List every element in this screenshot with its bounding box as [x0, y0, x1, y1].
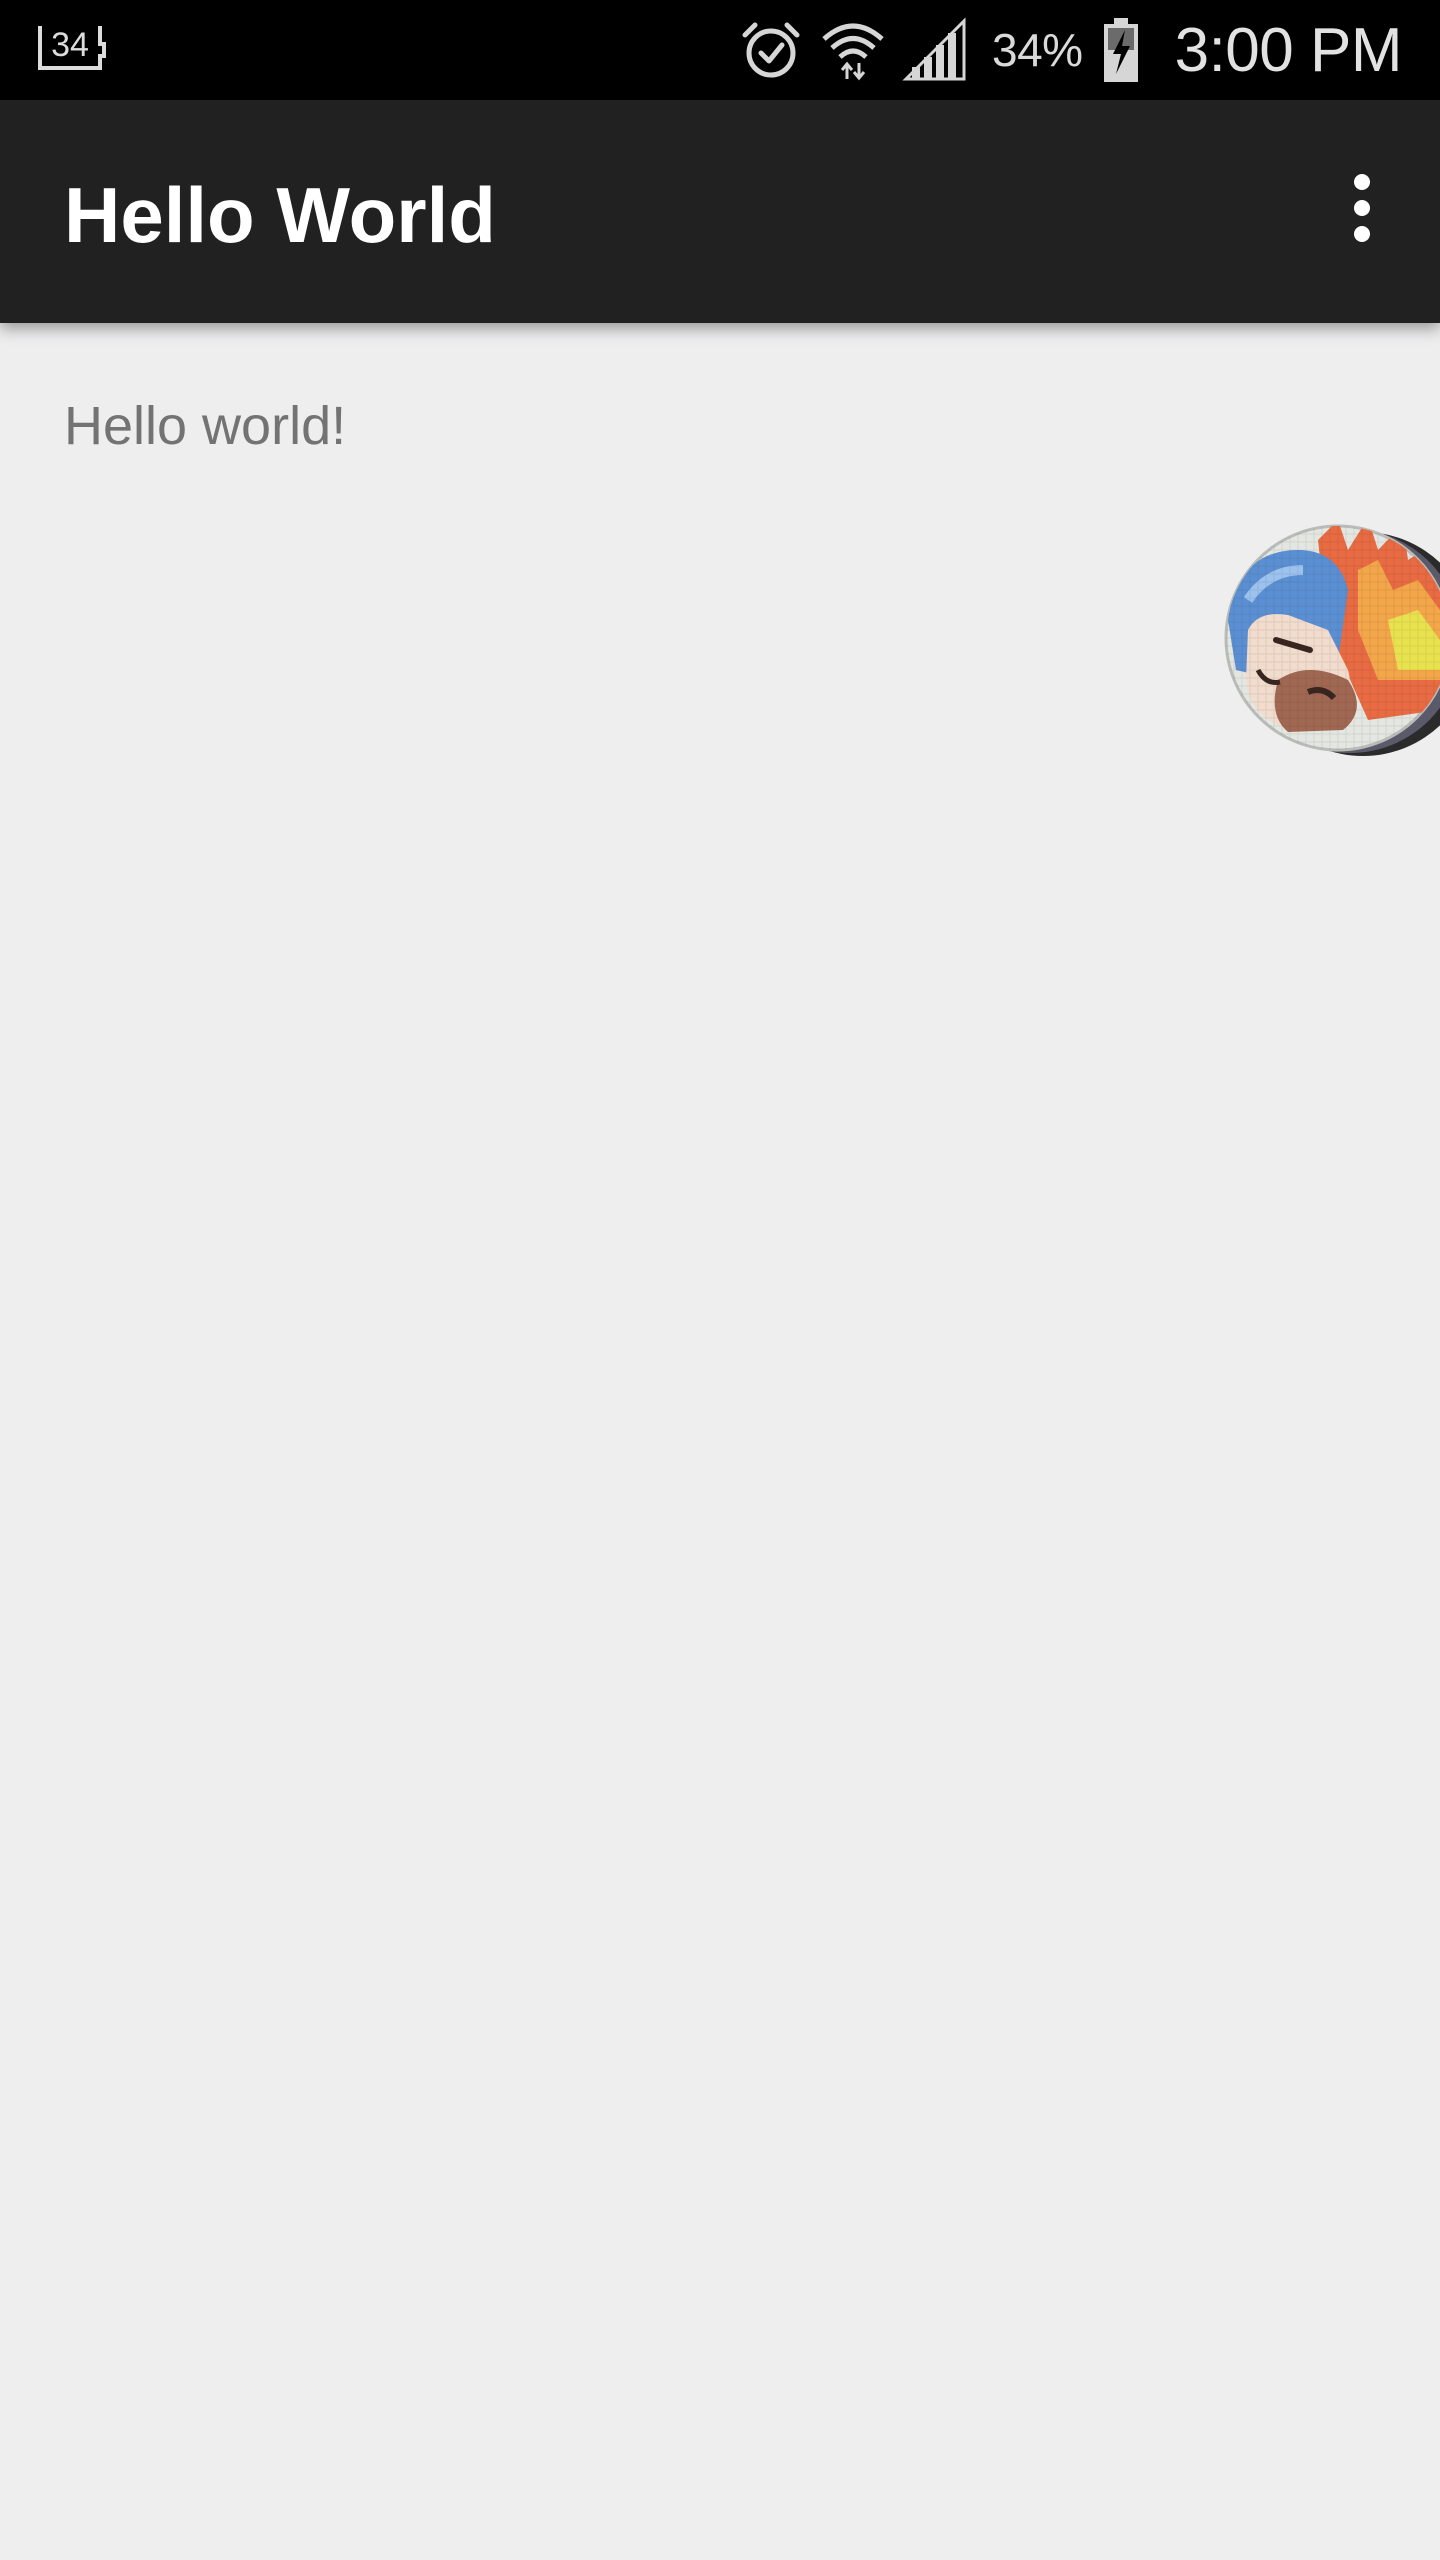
svg-text:34: 34 — [51, 26, 89, 64]
overflow-dot — [1354, 200, 1370, 216]
pixel-art-avatar-icon — [1224, 524, 1440, 756]
status-bar: 34 34% 3:00 PM — [0, 0, 1440, 100]
alarm-icon — [738, 17, 804, 83]
app-bar: Hello World — [0, 100, 1440, 323]
hello-world-text: Hello world! — [64, 396, 347, 456]
battery-percent: 34% — [992, 24, 1083, 76]
app-title: Hello World — [64, 171, 496, 259]
signal-icon — [902, 17, 968, 83]
wifi-icon — [820, 17, 886, 83]
status-clock: 3:00 PM — [1174, 15, 1403, 85]
overflow-dot — [1354, 226, 1370, 242]
more-vert-icon[interactable] — [1324, 170, 1400, 246]
overflow-dot — [1354, 174, 1370, 190]
chat-head-bubble[interactable] — [1218, 510, 1440, 772]
battery-charging-icon — [1101, 16, 1141, 84]
notification-34-icon: 34 — [34, 18, 108, 76]
